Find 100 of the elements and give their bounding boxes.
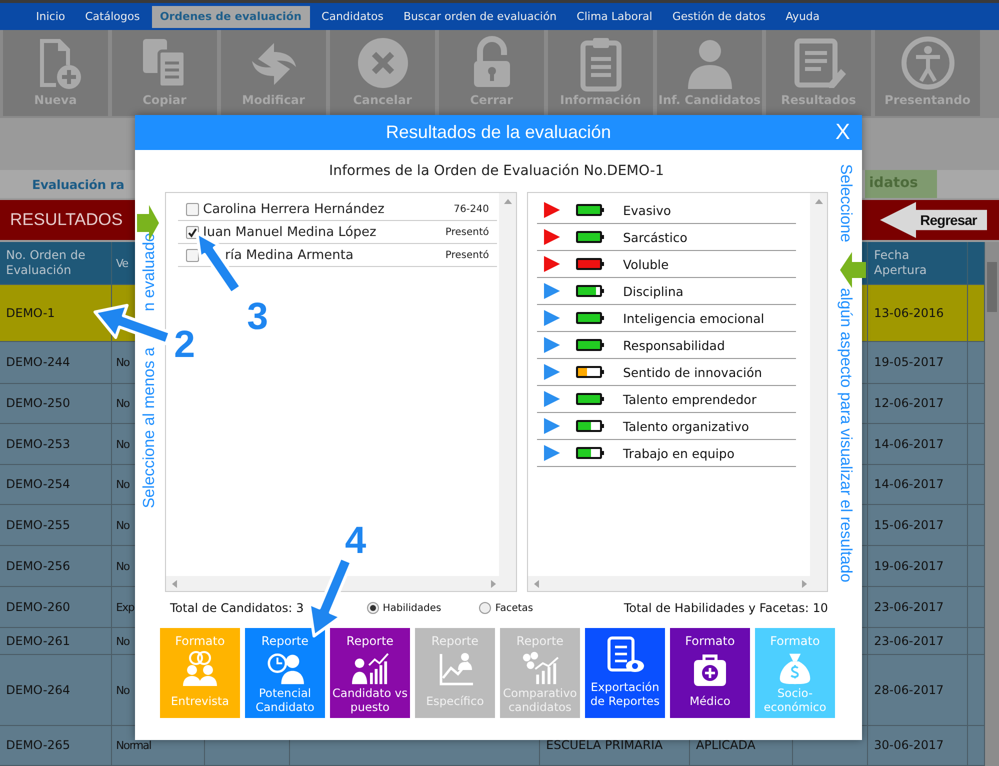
scrollbar[interactable] — [985, 242, 999, 766]
play-icon[interactable] — [544, 337, 560, 353]
skill-name[interactable]: Trabajo en equipo — [623, 446, 734, 460]
skill-name[interactable]: Responsabilidad — [623, 338, 725, 352]
menu-item[interactable]: Candidatos — [314, 6, 392, 28]
table-cell[interactable]: DEMO-244 — [0, 342, 112, 384]
checkbox[interactable] — [186, 202, 199, 216]
skill-name[interactable]: Disciplina — [623, 284, 684, 298]
play-icon[interactable] — [544, 256, 560, 272]
step-number: 3 — [247, 298, 268, 336]
skill-name[interactable]: Inteligencia emocional — [623, 310, 764, 326]
table-cell — [968, 628, 985, 655]
menu-item[interactable]: Gestión de datos — [664, 6, 774, 28]
table-cell[interactable]: 15-06-2017 — [868, 505, 968, 546]
table-cell — [968, 424, 985, 465]
table-cell[interactable]: DEMO-250 — [0, 384, 112, 424]
table-cell[interactable]: 14-06-2017 — [868, 465, 968, 505]
skill-name[interactable]: Talento organizativo — [623, 418, 750, 434]
table-cell — [968, 384, 985, 424]
hint-text: Seleccione — [836, 164, 854, 242]
report-button[interactable]: Reporte Candidato vs puesto — [330, 628, 410, 718]
play-icon[interactable] — [544, 364, 560, 380]
play-icon[interactable] — [544, 445, 560, 461]
radio-option[interactable]: Facetas — [479, 602, 534, 614]
money-bag-icon — [780, 654, 810, 684]
menu-item[interactable]: Ordenes de evaluación — [152, 6, 310, 28]
skill-name[interactable]: Sentido de innovación — [623, 364, 762, 380]
document-plus-icon — [40, 39, 80, 89]
menu-item[interactable]: Ayuda — [778, 6, 828, 28]
radio-icon[interactable] — [366, 602, 379, 614]
report-button[interactable]: Exportación de Reportes — [585, 628, 665, 718]
radio-icon[interactable] — [479, 602, 492, 614]
play-icon[interactable] — [544, 202, 560, 218]
skill-name[interactable]: Talento emprendedor — [623, 392, 756, 406]
step-number: 2 — [174, 326, 196, 364]
close-button[interactable]: X — [831, 119, 854, 145]
table-cell[interactable]: DEMO-256 — [0, 546, 112, 587]
step-number: 4 — [345, 522, 366, 560]
play-icon[interactable] — [544, 391, 560, 407]
table-cell[interactable]: 14-06-2017 — [868, 424, 968, 465]
table-cell[interactable]: DEMO-264 — [0, 655, 112, 726]
candidate-status: 76-240 — [454, 204, 489, 214]
table-cell[interactable]: DEMO-253 — [0, 424, 112, 465]
checkbox[interactable] — [186, 248, 199, 262]
report-button[interactable]: Reporte Potencial Candidato — [245, 628, 325, 718]
play-icon[interactable] — [544, 229, 560, 245]
refresh-icon — [252, 43, 296, 85]
scroll-right-icon[interactable] — [802, 580, 807, 588]
table-cell[interactable]: 13-06-2016 — [868, 285, 968, 342]
back-button[interactable]: Regresar — [880, 202, 987, 238]
table-cell[interactable]: DEMO-260 — [0, 587, 112, 628]
skill-name[interactable]: Voluble — [623, 256, 669, 272]
scroll-left-icon[interactable] — [534, 580, 539, 588]
person-chart-icon — [352, 653, 389, 684]
table-cell[interactable]: 23-06-2017 — [868, 628, 968, 655]
radio-option[interactable]: Habilidades — [366, 602, 442, 614]
clipboard-icon — [580, 38, 621, 92]
skill-name[interactable]: Evasivo — [623, 202, 671, 218]
scroll-right-icon[interactable] — [491, 580, 496, 588]
table-cell[interactable]: DEMO-254 — [0, 465, 112, 505]
table-cell[interactable]: DEMO-261 — [0, 628, 112, 655]
table-cell[interactable]: DEMO-1 — [0, 285, 112, 342]
accessibility-icon — [901, 36, 954, 90]
play-icon[interactable] — [544, 283, 560, 299]
menu-item[interactable]: Clima Laboral — [568, 6, 660, 28]
list-pencil-icon — [794, 38, 846, 88]
play-icon[interactable] — [544, 418, 560, 434]
table-cell[interactable]: 19-05-2017 — [868, 342, 968, 384]
report-button[interactable]: Formato Médico — [670, 628, 750, 718]
table-cell[interactable]: 12-06-2017 — [868, 384, 968, 424]
table-cell[interactable]: 19-06-2017 — [868, 546, 968, 587]
skill-name[interactable]: Sarcástico — [623, 230, 688, 244]
clock-person-icon — [268, 654, 304, 684]
candidate-status: Presentó — [445, 250, 489, 260]
page-title: Evaluación ra — [31, 176, 124, 192]
table-cell[interactable]: 30-06-2017 — [868, 726, 968, 766]
table-cell[interactable]: 23-06-2017 — [868, 587, 968, 628]
table-cell — [968, 587, 985, 628]
table-cell[interactable]: DEMO-255 — [0, 505, 112, 546]
table-cell — [968, 505, 985, 546]
table-cell — [968, 546, 985, 587]
document-eye-icon — [608, 636, 644, 672]
medical-bag-icon — [694, 654, 726, 686]
candidate-total: Total de Candidatos: 3 — [170, 601, 304, 615]
chart-icon — [440, 653, 473, 686]
scroll-left-icon[interactable] — [172, 580, 177, 588]
table-cell — [968, 726, 985, 766]
table-cell[interactable]: 28-06-2017 — [868, 655, 968, 726]
menu-item[interactable]: Inicio — [28, 6, 74, 28]
table-cell — [968, 655, 985, 726]
hint-text: Seleccione al menos a — [141, 347, 159, 508]
table-cell — [968, 465, 985, 505]
dialog-subtitle: Informes de la Orden de Evaluación No.DEMO-1 — [328, 162, 665, 181]
play-icon[interactable] — [544, 310, 560, 326]
table-cell[interactable]: DEMO-265 — [0, 726, 112, 766]
people-icon — [183, 651, 217, 686]
menu-item[interactable]: Catálogos — [77, 6, 148, 28]
group-chart-icon — [522, 652, 559, 684]
dialog-title: Resultados de la evaluación — [386, 122, 612, 143]
menu-item[interactable]: Buscar orden de evaluación — [395, 6, 565, 28]
